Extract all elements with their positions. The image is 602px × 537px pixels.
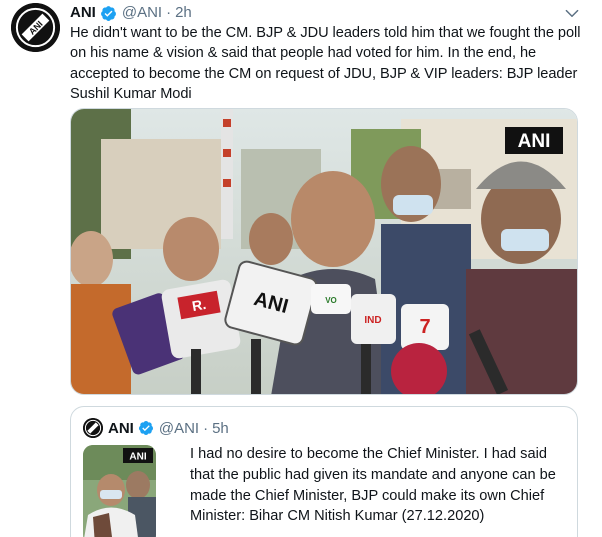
tweet-photo[interactable]: R. ANI VO IND 7 ANI	[70, 108, 578, 395]
tweet[interactable]: ANI ANI @ANI · 2h He didn't want to be t…	[0, 0, 602, 537]
quoted-text: I had no desire to become the Chief Mini…	[190, 444, 575, 537]
quoted-ellipsis: ...	[190, 527, 575, 537]
mic-label-republic: R.	[191, 296, 208, 314]
verified-badge-icon	[100, 5, 116, 21]
author-handle[interactable]: @ANI	[122, 4, 162, 22]
press-conference-image: R. ANI VO IND 7 ANI	[71, 109, 577, 394]
separator-dot: ·	[203, 419, 209, 437]
nitish-kumar-image: ANI	[83, 445, 156, 537]
mic-label-ind: IND	[364, 315, 381, 326]
quoted-thumbnail: ANI	[83, 445, 156, 537]
author-name[interactable]: ANI	[70, 4, 96, 22]
quoted-header: ANI @ANI · 5h	[108, 418, 229, 438]
thumb-watermark: ANI	[129, 452, 146, 463]
chevron-down-icon[interactable]	[563, 4, 581, 22]
mic-label-vo: VO	[325, 296, 337, 305]
tweet-timestamp[interactable]: 2h	[175, 4, 192, 22]
tweet-text: He didn't want to be the CM. BJP & JDU l…	[70, 25, 581, 102]
mic-label-seven: 7	[419, 316, 430, 338]
quoted-avatar	[83, 418, 103, 438]
ani-logo-icon: ANI	[11, 3, 60, 52]
quoted-author-handle: @ANI	[158, 419, 200, 437]
ani-avatar[interactable]: ANI	[11, 3, 60, 52]
tweet-header: ANI @ANI · 2h	[70, 4, 192, 22]
quoted-timestamp: 5h	[212, 419, 229, 437]
photo-watermark: ANI	[518, 131, 551, 152]
quoted-tweet[interactable]: ANI @ANI · 5h ANI I had no desire to bec…	[70, 406, 578, 537]
ani-logo-icon	[83, 418, 103, 438]
quoted-author-name: ANI	[108, 419, 134, 437]
separator-dot: ·	[166, 4, 172, 21]
verified-badge-icon	[138, 421, 153, 435]
quoted-body: I had no desire to become the Chief Mini…	[190, 446, 556, 525]
